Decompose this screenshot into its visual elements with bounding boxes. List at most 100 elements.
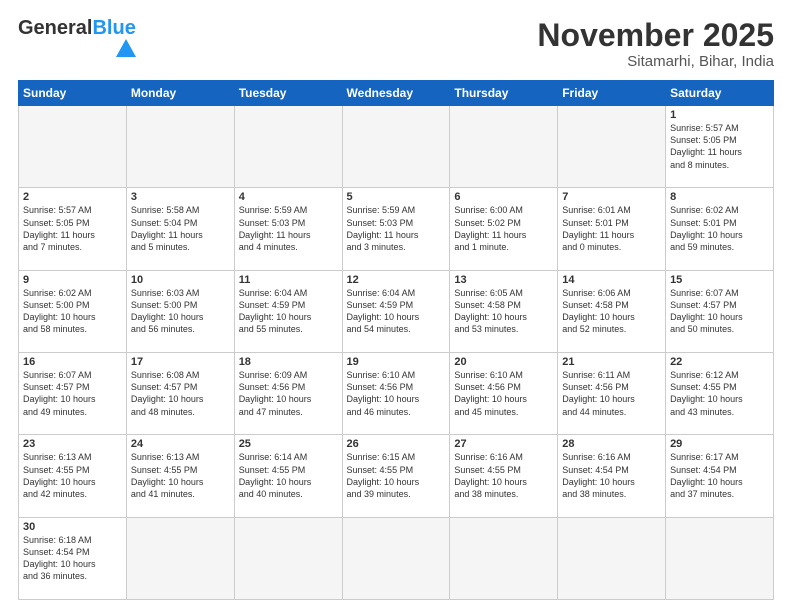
location: Sitamarhi, Bihar, India: [537, 53, 774, 70]
day-info: Sunrise: 6:11 AM Sunset: 4:56 PM Dayligh…: [562, 369, 661, 418]
day-number: 18: [239, 356, 338, 368]
calendar-cell: 16Sunrise: 6:07 AM Sunset: 4:57 PM Dayli…: [19, 353, 127, 435]
calendar-cell: 19Sunrise: 6:10 AM Sunset: 4:56 PM Dayli…: [342, 353, 450, 435]
day-number: 7: [562, 191, 661, 203]
calendar-cell: [666, 517, 774, 599]
day-info: Sunrise: 6:13 AM Sunset: 4:55 PM Dayligh…: [23, 451, 122, 500]
calendar-cell: 4Sunrise: 5:59 AM Sunset: 5:03 PM Daylig…: [234, 188, 342, 270]
day-number: 30: [23, 521, 122, 533]
calendar-cell: 5Sunrise: 5:59 AM Sunset: 5:03 PM Daylig…: [342, 188, 450, 270]
calendar-cell: 24Sunrise: 6:13 AM Sunset: 4:55 PM Dayli…: [126, 435, 234, 517]
calendar-cell: [234, 106, 342, 188]
calendar-cell: 13Sunrise: 6:05 AM Sunset: 4:58 PM Dayli…: [450, 270, 558, 352]
calendar-cell: 3Sunrise: 5:58 AM Sunset: 5:04 PM Daylig…: [126, 188, 234, 270]
calendar-cell: 15Sunrise: 6:07 AM Sunset: 4:57 PM Dayli…: [666, 270, 774, 352]
day-info: Sunrise: 6:02 AM Sunset: 5:01 PM Dayligh…: [670, 204, 769, 253]
day-info: Sunrise: 6:06 AM Sunset: 4:58 PM Dayligh…: [562, 287, 661, 336]
day-info: Sunrise: 6:04 AM Sunset: 4:59 PM Dayligh…: [347, 287, 446, 336]
day-number: 24: [131, 438, 230, 450]
day-number: 25: [239, 438, 338, 450]
day-info: Sunrise: 5:57 AM Sunset: 5:05 PM Dayligh…: [23, 204, 122, 253]
day-info: Sunrise: 5:58 AM Sunset: 5:04 PM Dayligh…: [131, 204, 230, 253]
logo-general: General: [18, 17, 92, 39]
day-number: 13: [454, 274, 553, 286]
day-number: 8: [670, 191, 769, 203]
weekday-header-thursday: Thursday: [450, 81, 558, 106]
calendar-cell: 20Sunrise: 6:10 AM Sunset: 4:56 PM Dayli…: [450, 353, 558, 435]
calendar-cell: 29Sunrise: 6:17 AM Sunset: 4:54 PM Dayli…: [666, 435, 774, 517]
day-number: 1: [670, 109, 769, 121]
logo-blue: Blue: [92, 17, 135, 39]
calendar-cell: 18Sunrise: 6:09 AM Sunset: 4:56 PM Dayli…: [234, 353, 342, 435]
day-info: Sunrise: 6:03 AM Sunset: 5:00 PM Dayligh…: [131, 287, 230, 336]
day-info: Sunrise: 6:05 AM Sunset: 4:58 PM Dayligh…: [454, 287, 553, 336]
day-info: Sunrise: 6:12 AM Sunset: 4:55 PM Dayligh…: [670, 369, 769, 418]
day-info: Sunrise: 6:04 AM Sunset: 4:59 PM Dayligh…: [239, 287, 338, 336]
day-info: Sunrise: 6:00 AM Sunset: 5:02 PM Dayligh…: [454, 204, 553, 253]
day-number: 19: [347, 356, 446, 368]
day-number: 29: [670, 438, 769, 450]
calendar-cell: [450, 517, 558, 599]
calendar-cell: 22Sunrise: 6:12 AM Sunset: 4:55 PM Dayli…: [666, 353, 774, 435]
calendar-cell: 12Sunrise: 6:04 AM Sunset: 4:59 PM Dayli…: [342, 270, 450, 352]
calendar-cell: 28Sunrise: 6:16 AM Sunset: 4:54 PM Dayli…: [558, 435, 666, 517]
day-number: 22: [670, 356, 769, 368]
calendar-cell: [126, 106, 234, 188]
page: GeneralBlue November 2025 Sitamarhi, Bih…: [0, 0, 792, 612]
header: GeneralBlue November 2025 Sitamarhi, Bih…: [18, 18, 774, 70]
calendar-cell: 7Sunrise: 6:01 AM Sunset: 5:01 PM Daylig…: [558, 188, 666, 270]
calendar-cell: 1Sunrise: 5:57 AM Sunset: 5:05 PM Daylig…: [666, 106, 774, 188]
weekday-header-saturday: Saturday: [666, 81, 774, 106]
weekday-header-monday: Monday: [126, 81, 234, 106]
calendar-week-6: 30Sunrise: 6:18 AM Sunset: 4:54 PM Dayli…: [19, 517, 774, 599]
day-info: Sunrise: 6:09 AM Sunset: 4:56 PM Dayligh…: [239, 369, 338, 418]
calendar-week-2: 2Sunrise: 5:57 AM Sunset: 5:05 PM Daylig…: [19, 188, 774, 270]
day-info: Sunrise: 6:01 AM Sunset: 5:01 PM Dayligh…: [562, 204, 661, 253]
day-info: Sunrise: 5:57 AM Sunset: 5:05 PM Dayligh…: [670, 122, 769, 171]
calendar-cell: 23Sunrise: 6:13 AM Sunset: 4:55 PM Dayli…: [19, 435, 127, 517]
calendar-cell: 11Sunrise: 6:04 AM Sunset: 4:59 PM Dayli…: [234, 270, 342, 352]
day-number: 23: [23, 438, 122, 450]
weekday-header-tuesday: Tuesday: [234, 81, 342, 106]
day-number: 20: [454, 356, 553, 368]
day-number: 12: [347, 274, 446, 286]
day-number: 4: [239, 191, 338, 203]
calendar-cell: 17Sunrise: 6:08 AM Sunset: 4:57 PM Dayli…: [126, 353, 234, 435]
calendar-cell: [126, 517, 234, 599]
day-number: 28: [562, 438, 661, 450]
day-number: 10: [131, 274, 230, 286]
calendar-cell: 27Sunrise: 6:16 AM Sunset: 4:55 PM Dayli…: [450, 435, 558, 517]
day-info: Sunrise: 6:13 AM Sunset: 4:55 PM Dayligh…: [131, 451, 230, 500]
calendar-cell: [234, 517, 342, 599]
day-info: Sunrise: 6:15 AM Sunset: 4:55 PM Dayligh…: [347, 451, 446, 500]
day-number: 11: [239, 274, 338, 286]
day-number: 2: [23, 191, 122, 203]
day-number: 27: [454, 438, 553, 450]
day-info: Sunrise: 6:10 AM Sunset: 4:56 PM Dayligh…: [347, 369, 446, 418]
day-number: 16: [23, 356, 122, 368]
calendar-week-1: 1Sunrise: 5:57 AM Sunset: 5:05 PM Daylig…: [19, 106, 774, 188]
day-number: 26: [347, 438, 446, 450]
day-info: Sunrise: 6:17 AM Sunset: 4:54 PM Dayligh…: [670, 451, 769, 500]
calendar-cell: 14Sunrise: 6:06 AM Sunset: 4:58 PM Dayli…: [558, 270, 666, 352]
calendar-cell: 10Sunrise: 6:03 AM Sunset: 5:00 PM Dayli…: [126, 270, 234, 352]
calendar-cell: 26Sunrise: 6:15 AM Sunset: 4:55 PM Dayli…: [342, 435, 450, 517]
calendar-cell: [558, 106, 666, 188]
calendar-cell: [342, 517, 450, 599]
day-info: Sunrise: 6:07 AM Sunset: 4:57 PM Dayligh…: [23, 369, 122, 418]
calendar-cell: 9Sunrise: 6:02 AM Sunset: 5:00 PM Daylig…: [19, 270, 127, 352]
calendar-table: SundayMondayTuesdayWednesdayThursdayFrid…: [18, 80, 774, 600]
day-number: 6: [454, 191, 553, 203]
day-number: 3: [131, 191, 230, 203]
calendar-cell: 2Sunrise: 5:57 AM Sunset: 5:05 PM Daylig…: [19, 188, 127, 270]
calendar-week-3: 9Sunrise: 6:02 AM Sunset: 5:00 PM Daylig…: [19, 270, 774, 352]
day-number: 21: [562, 356, 661, 368]
calendar-cell: [19, 106, 127, 188]
day-number: 17: [131, 356, 230, 368]
day-info: Sunrise: 6:08 AM Sunset: 4:57 PM Dayligh…: [131, 369, 230, 418]
day-number: 5: [347, 191, 446, 203]
day-info: Sunrise: 6:10 AM Sunset: 4:56 PM Dayligh…: [454, 369, 553, 418]
weekday-header-wednesday: Wednesday: [342, 81, 450, 106]
day-number: 9: [23, 274, 122, 286]
calendar-cell: 25Sunrise: 6:14 AM Sunset: 4:55 PM Dayli…: [234, 435, 342, 517]
